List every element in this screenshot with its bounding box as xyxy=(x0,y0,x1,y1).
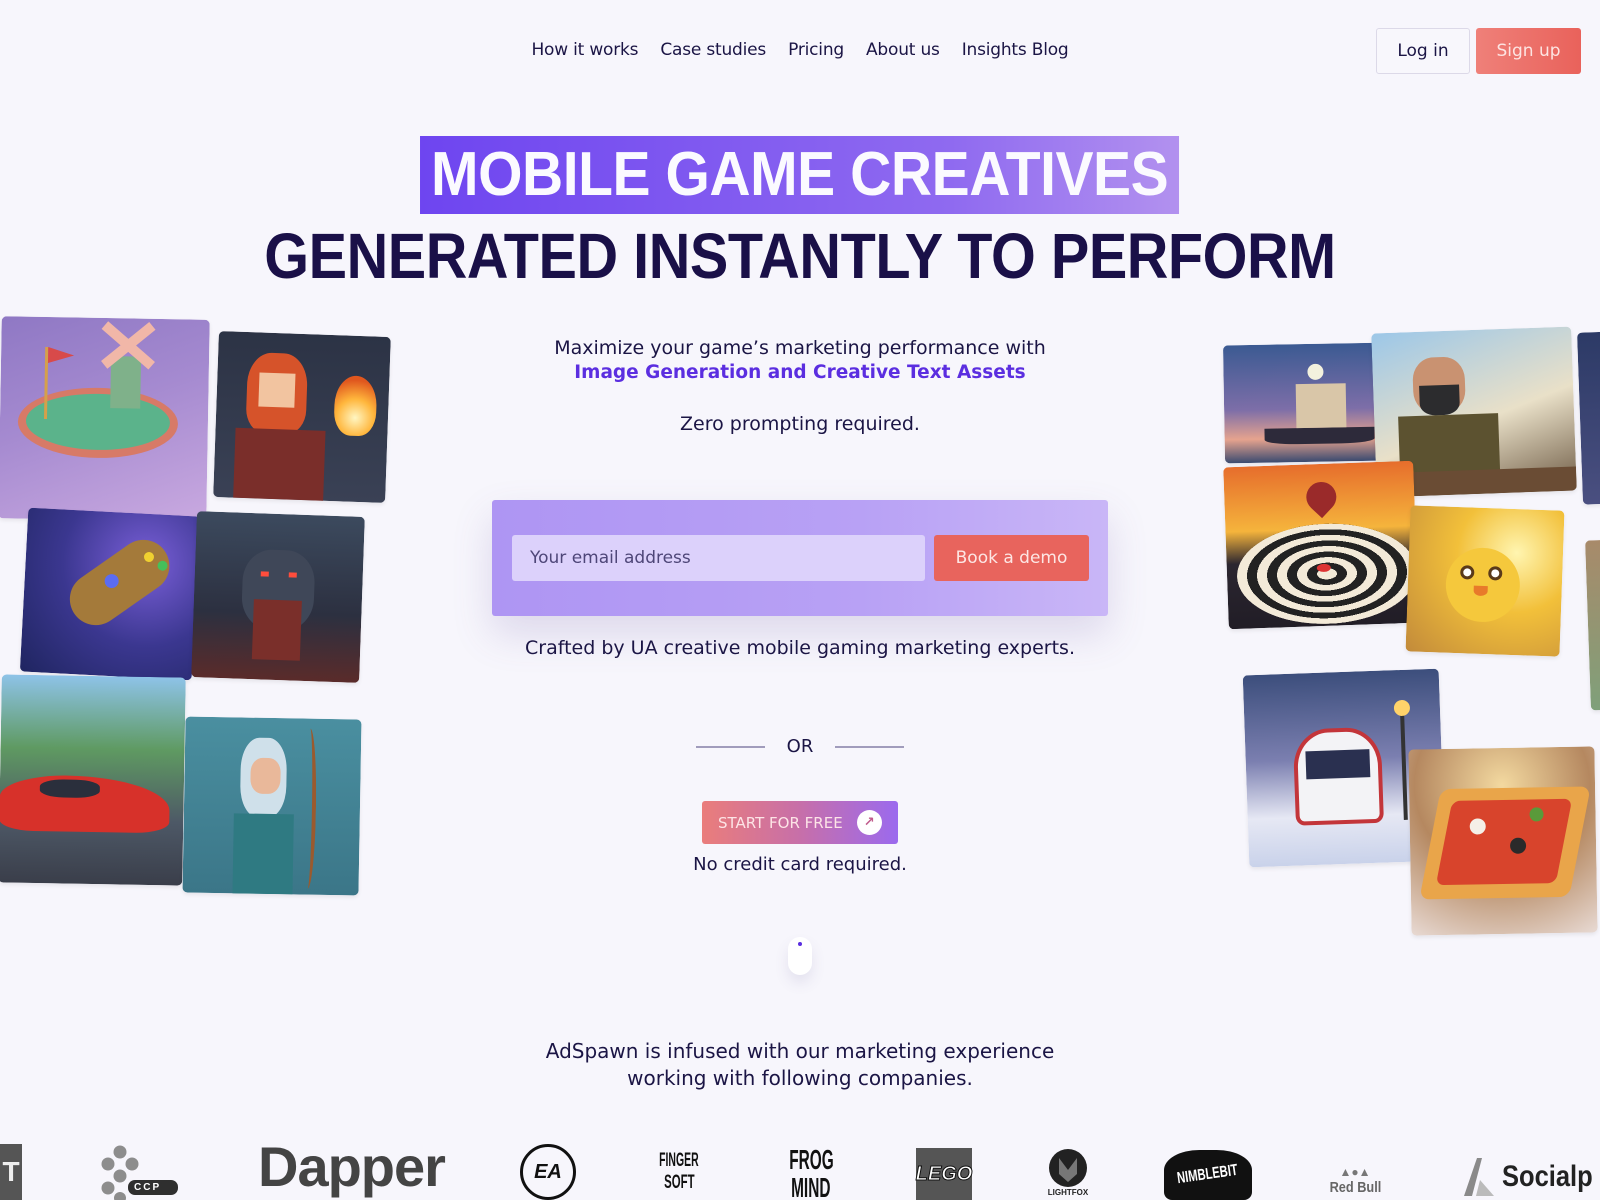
frogmind-text-2: MIND xyxy=(791,1172,831,1200)
redbull-bulls-icon: ▲●▲ xyxy=(1339,1164,1371,1179)
creative-image-partial-right xyxy=(1577,331,1600,505)
creative-image-dartboard xyxy=(1223,460,1419,630)
start-for-free-label: START FOR FREE xyxy=(718,813,843,832)
creative-image-pizza xyxy=(1408,746,1598,936)
logo-redbull: ▲●▲ Red Bull xyxy=(1322,1162,1388,1198)
logo-lightfox: LIGHTFOX xyxy=(1046,1144,1090,1200)
fingersoft-text-1: FINGER xyxy=(659,1150,699,1171)
divider-line xyxy=(835,745,905,748)
nav-how-it-works[interactable]: How it works xyxy=(520,40,649,60)
creative-image-partial-right-2 xyxy=(1585,539,1600,711)
logo-ccp: CCP xyxy=(98,1144,182,1200)
nav-case-studies[interactable]: Case studies xyxy=(649,40,777,60)
logo-frogmind: FROG MIND xyxy=(780,1144,842,1200)
start-for-free-button[interactable]: START FOR FREE ↗ xyxy=(702,801,898,844)
lego-text: LEGO xyxy=(915,1162,973,1185)
book-demo-button[interactable]: Book a demo xyxy=(934,535,1089,581)
ea-text: EA xyxy=(534,1160,562,1183)
creative-image-minigolf xyxy=(0,316,210,522)
frogmind-text-1: FROG xyxy=(788,1144,834,1175)
partners-intro-line2: working with following companies. xyxy=(627,1066,973,1090)
creative-image-elf-archer xyxy=(182,716,362,896)
scroll-dot xyxy=(798,942,802,946)
email-input[interactable] xyxy=(512,535,925,581)
lightfox-icon xyxy=(1049,1148,1087,1187)
ccp-text: CCP xyxy=(134,1182,162,1193)
logo-lego: LEGO xyxy=(915,1148,973,1200)
logo-ea: EA xyxy=(520,1144,576,1200)
login-button[interactable]: Log in xyxy=(1376,28,1470,74)
headline-highlight: MOBILE GAME CREATIVES xyxy=(420,136,1180,214)
creative-image-demon xyxy=(191,511,365,683)
socialpoint-icon xyxy=(1464,1158,1494,1196)
logo-fingersoft: FINGER SOFT xyxy=(650,1144,708,1200)
or-label: OR xyxy=(786,736,814,757)
logo-nimblebit: NIMBLEBIT xyxy=(1164,1150,1252,1200)
signup-button[interactable]: Sign up xyxy=(1476,28,1581,74)
nav-about-us[interactable]: About us xyxy=(855,40,951,60)
main-nav: How it works Case studies Pricing About … xyxy=(0,40,1600,60)
logo-socialpoint: Socialp xyxy=(1462,1154,1600,1200)
auth-buttons: Log in Sign up xyxy=(1376,28,1581,74)
nav-pricing[interactable]: Pricing xyxy=(777,40,855,60)
headline-main: GENERATED INSTANTLY TO PERFORM xyxy=(264,220,1336,292)
headline-highlight-wrap: MOBILE GAME CREATIVES xyxy=(0,136,1600,214)
divider-line xyxy=(695,745,765,748)
nimblebit-text: NIMBLEBIT xyxy=(1176,1161,1240,1188)
fingersoft-text-2: SOFT xyxy=(663,1172,695,1193)
creative-image-angry-bird xyxy=(1405,505,1565,657)
creative-image-sailing-ship xyxy=(1222,342,1390,464)
creative-image-fire-wizard xyxy=(213,331,391,503)
arrow-up-right-icon: ↗ xyxy=(856,810,882,835)
socialpoint-text: Socialp xyxy=(1502,1160,1593,1193)
logo-dapper: Dapper xyxy=(258,1134,446,1198)
lightfox-text: LIGHTFOX xyxy=(1047,1187,1089,1197)
partners-intro-line1: AdSpawn is infused with our marketing ex… xyxy=(545,1039,1055,1063)
demo-form-card: Book a demo xyxy=(492,500,1108,616)
mouse-scroll-icon[interactable] xyxy=(788,937,812,975)
nav-insights-blog[interactable]: Insights Blog xyxy=(951,40,1080,60)
creative-image-sports-car xyxy=(0,674,186,886)
logo-partial-left: T xyxy=(0,1144,22,1200)
creative-image-gauntlet xyxy=(19,507,201,681)
redbull-text: Red Bull xyxy=(1329,1178,1381,1196)
